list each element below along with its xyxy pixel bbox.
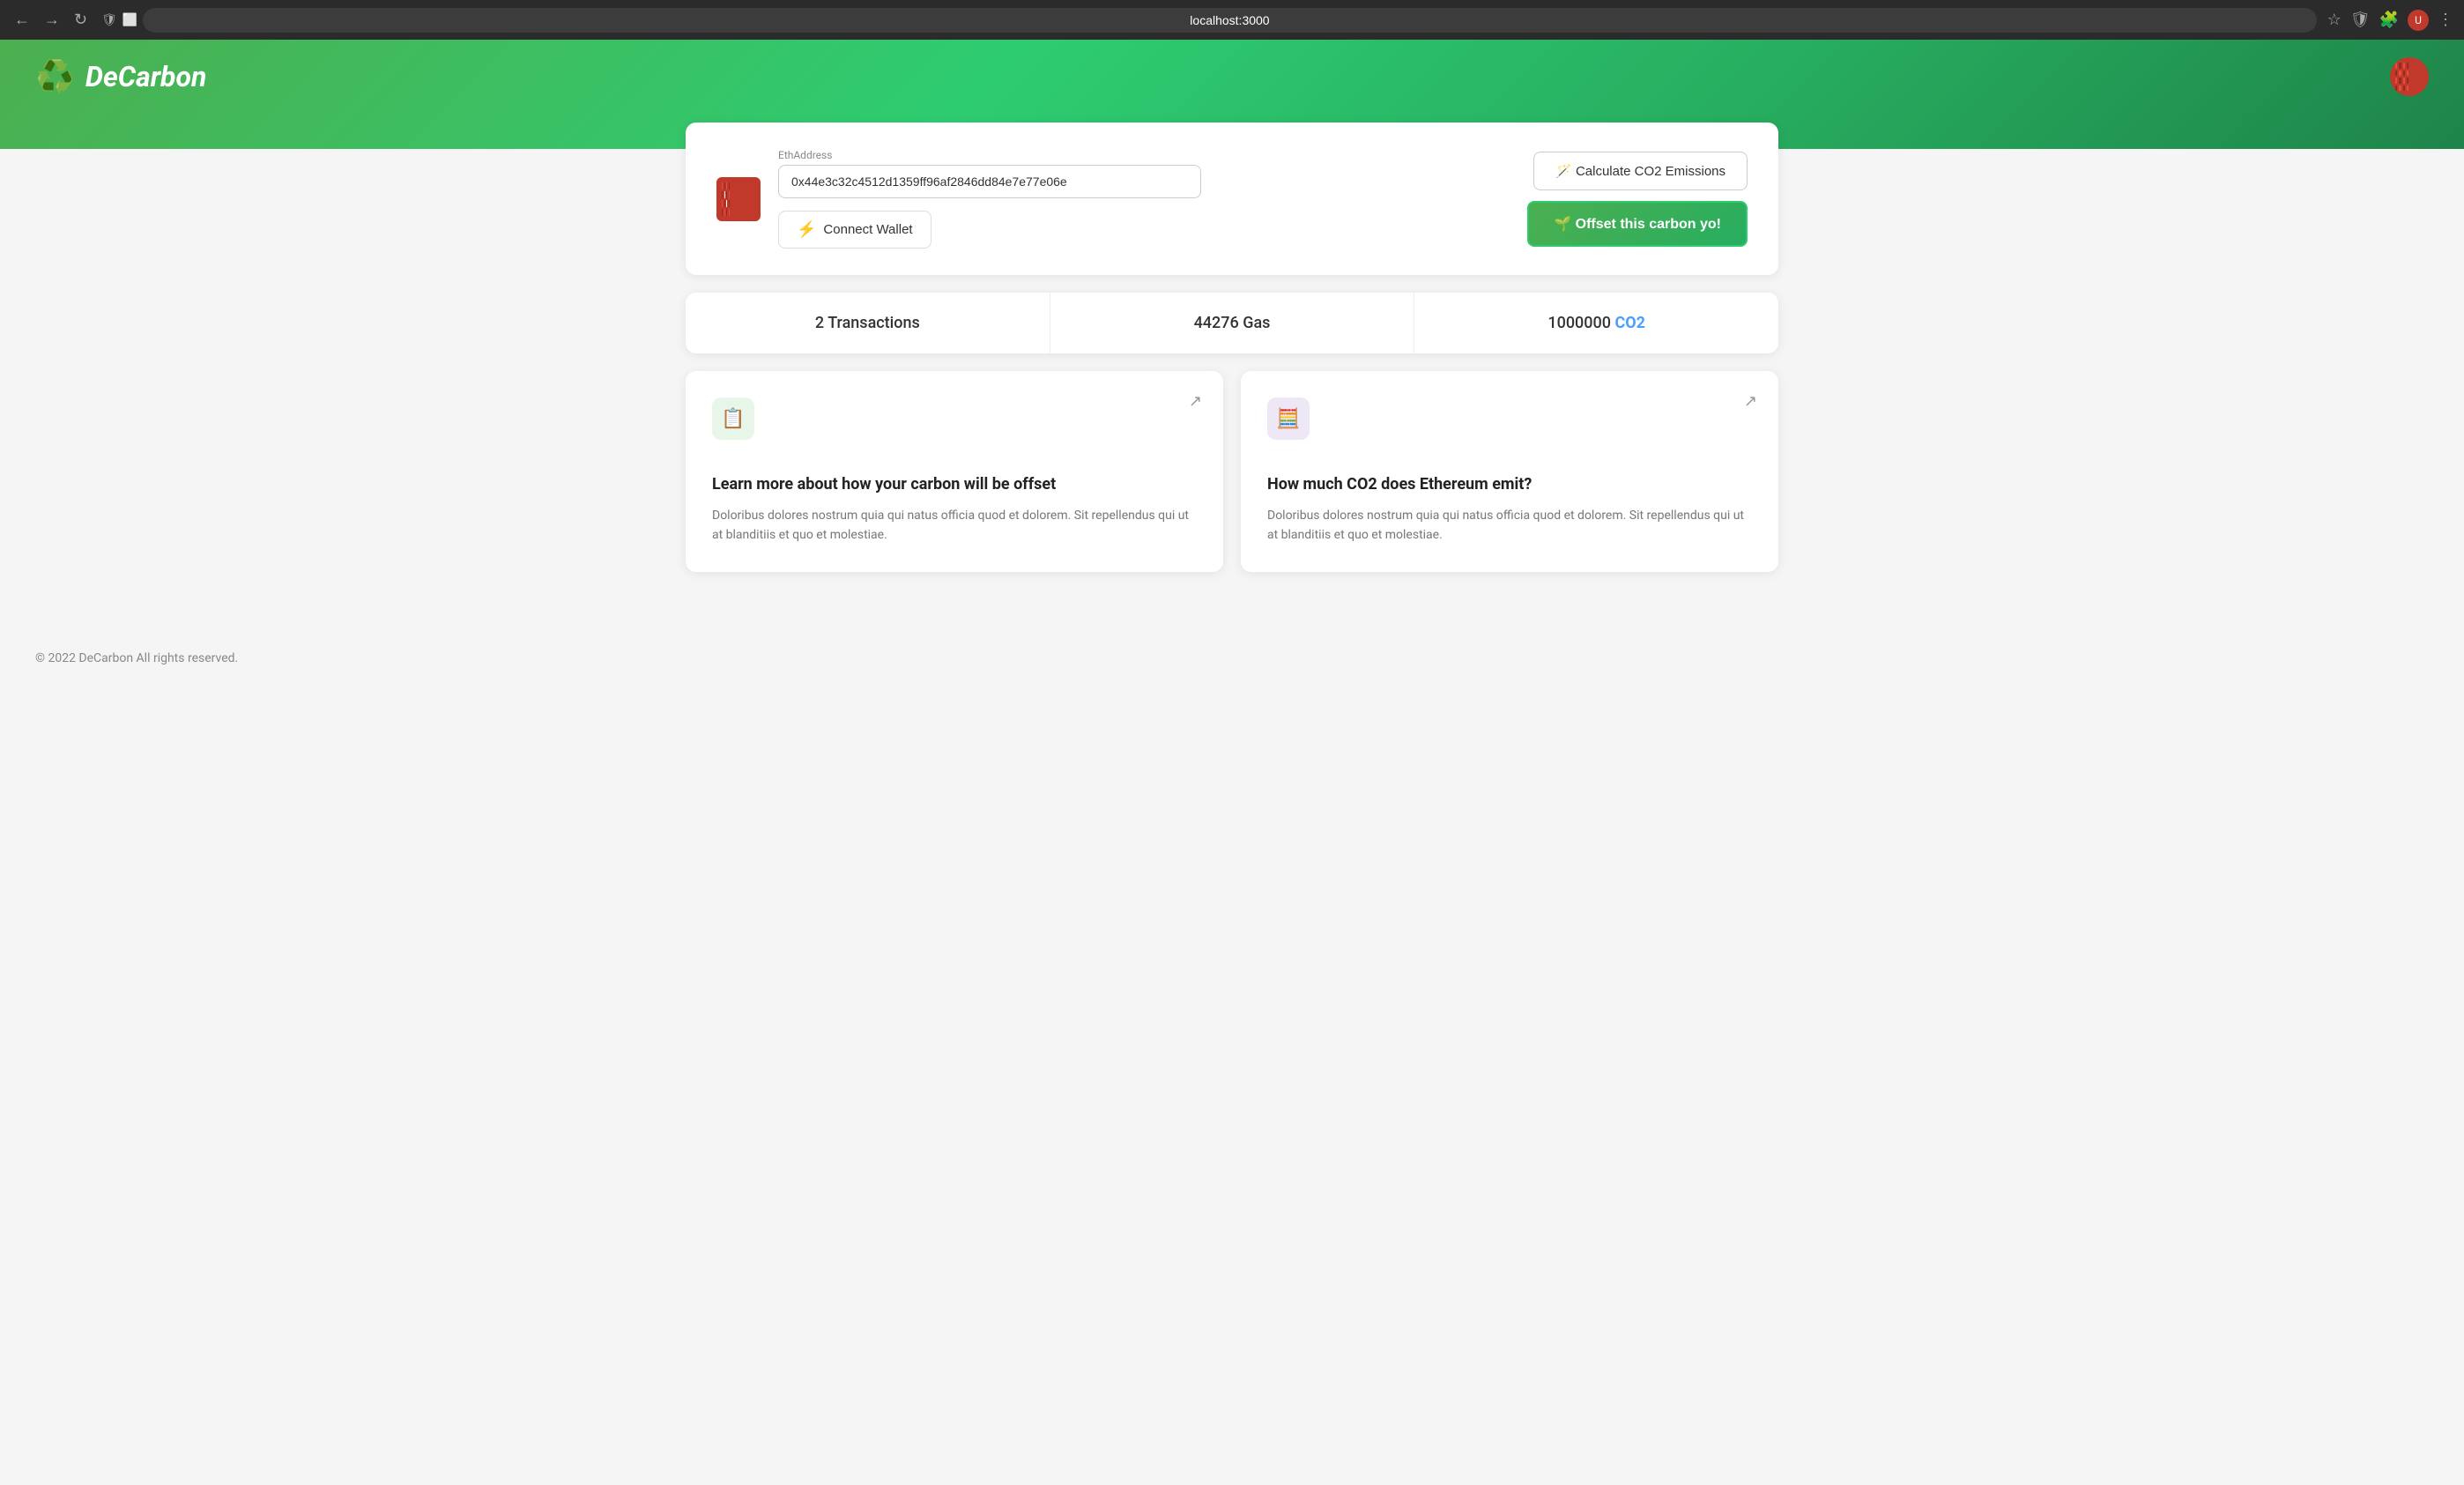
shield-check-icon[interactable]: 🛡 — [2350, 11, 2371, 29]
wallet-address-group: EthAddress ⚡ Connect Wallet — [778, 149, 1510, 249]
profile-icon[interactable]: U — [2408, 10, 2429, 31]
logo: ♻️ DeCarbon — [35, 58, 206, 95]
bookmark-icon[interactable]: ☆ — [2327, 11, 2342, 29]
logo-icon: ♻️ — [35, 58, 75, 95]
co2-label: CO2 — [1614, 314, 1645, 332]
info-cards: 📋 ↗ Learn more about how your carbon wil… — [686, 371, 1778, 572]
offset-card-icon: 📋 — [712, 397, 754, 440]
forward-button[interactable]: → — [41, 7, 63, 33]
ethereum-card-icon: 🧮 — [1267, 397, 1310, 440]
stats-card: 2 Transactions 44276 Gas 1000000 CO2 — [686, 293, 1778, 353]
footer-text: © 2022 DeCarbon All rights reserved. — [35, 651, 238, 665]
offset-card-title: Learn more about how your carbon will be… — [712, 475, 1197, 494]
ethereum-card-link-icon[interactable]: ↗ — [1744, 392, 1757, 411]
ethereum-card-title: How much CO2 does Ethereum emit? — [1267, 475, 1752, 494]
eth-address-input[interactable] — [778, 165, 1201, 198]
connect-wallet-icon: ⚡ — [797, 220, 816, 239]
info-card-offset: 📋 ↗ Learn more about how your carbon wil… — [686, 371, 1223, 572]
header-avatar — [2390, 57, 2429, 96]
tab-icon: ⬜ — [122, 13, 137, 27]
offset-card-desc: Doloribus dolores nostrum quia qui natus… — [712, 506, 1197, 546]
extensions-icon[interactable]: 🧩 — [2379, 11, 2399, 29]
wallet-card: EthAddress ⚡ Connect Wallet 🪄 Calculate … — [686, 123, 1778, 275]
menu-icon[interactable]: ⋮ — [2438, 11, 2453, 29]
address-bar[interactable]: localhost:3000 — [143, 8, 2316, 33]
reload-button[interactable]: ↻ — [71, 7, 91, 33]
calculate-co2-button[interactable]: 🪄 Calculate CO2 Emissions — [1533, 152, 1748, 190]
logo-text: DeCarbon — [85, 60, 207, 93]
browser-chrome: ← → ↻ 🛡 ⬜ localhost:3000 ☆ 🛡 🧩 U ⋮ — [0, 0, 2464, 40]
offset-carbon-button[interactable]: 🌱 Offset this carbon yo! — [1527, 201, 1748, 247]
wallet-left: EthAddress ⚡ Connect Wallet — [716, 149, 1510, 249]
eth-address-label: EthAddress — [778, 149, 1510, 161]
stat-co2: 1000000 CO2 — [1414, 293, 1778, 353]
co2-amount: 1000000 — [1547, 314, 1611, 332]
wallet-actions-right: 🪄 Calculate CO2 Emissions 🌱 Offset this … — [1527, 152, 1748, 247]
wallet-row: EthAddress ⚡ Connect Wallet 🪄 Calculate … — [716, 149, 1748, 249]
connect-wallet-label: Connect Wallet — [823, 222, 912, 237]
back-button[interactable]: ← — [11, 7, 33, 33]
browser-actions: ☆ 🛡 🧩 U ⋮ — [2327, 10, 2453, 31]
offset-card-link-icon[interactable]: ↗ — [1189, 392, 1202, 411]
app: ♻️ DeCarbon — [0, 40, 2464, 1485]
footer: © 2022 DeCarbon All rights reserved. — [0, 634, 2464, 683]
stat-gas: 44276 Gas — [1050, 293, 1415, 353]
stat-transactions: 2 Transactions — [686, 293, 1050, 353]
ethereum-card-desc: Doloribus dolores nostrum quia qui natus… — [1267, 506, 1752, 546]
wallet-buttons-left: ⚡ Connect Wallet — [778, 211, 1510, 249]
wallet-avatar — [716, 177, 761, 221]
shield-icon: 🛡 — [101, 13, 117, 27]
info-card-ethereum: 🧮 ↗ How much CO2 does Ethereum emit? Dol… — [1241, 371, 1778, 572]
connect-wallet-button[interactable]: ⚡ Connect Wallet — [778, 211, 931, 249]
browser-navigation: ← → ↻ — [11, 7, 91, 33]
main-content: EthAddress ⚡ Connect Wallet 🪄 Calculate … — [650, 123, 1814, 634]
